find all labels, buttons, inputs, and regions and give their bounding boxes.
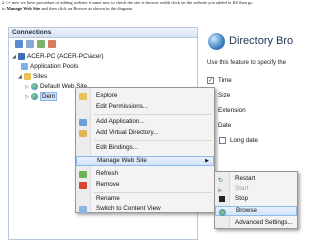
submenu-item-label: Advanced Settings...: [235, 219, 293, 226]
submenu-item-label: Browse: [236, 207, 257, 214]
remove-icon: [79, 181, 87, 189]
save-icon[interactable]: [26, 40, 34, 48]
menu-item-label: Edit Bindings...: [96, 144, 139, 151]
menu-item-label: Edit Permissions...: [96, 103, 149, 110]
menu-item-label: Add Virtual Directory...: [96, 129, 159, 136]
tree-label-server: ACER-PC (ACER-PC\acer): [27, 53, 104, 60]
checkbox-label: Size: [218, 92, 231, 99]
submenu-item-label: Start: [235, 185, 249, 192]
submenu-item-stop[interactable]: Stop: [215, 194, 297, 204]
pane-title: Directory Bro: [229, 35, 294, 47]
checkbox-label: Date: [218, 122, 232, 129]
menu-separator: [94, 192, 212, 193]
menu-item-refresh[interactable]: Refresh: [76, 169, 214, 179]
submenu-item-label: Restart: [235, 175, 256, 182]
menu-item-label: Remove: [96, 181, 120, 188]
tree-label-sites: Sites: [33, 73, 47, 80]
submenu-arrow-icon: ▶: [205, 158, 209, 164]
caption-suffix: and then click on Browse as shown in the…: [41, 5, 133, 11]
menu-item-add-application[interactable]: Add Application...: [76, 117, 214, 127]
refresh-icon[interactable]: [37, 40, 45, 48]
restart-icon: ↻: [218, 177, 224, 184]
menu-item-label: Refresh: [96, 170, 119, 177]
connections-toolbar: [9, 38, 197, 50]
connect-icon[interactable]: [15, 40, 23, 48]
directory-browsing-icon: [208, 33, 225, 50]
stop-icon: [219, 196, 225, 202]
menu-item-edit-bindings[interactable]: Edit Bindings...: [76, 143, 214, 153]
computer-icon: [18, 53, 25, 60]
menu-item-label: Rename: [96, 195, 120, 202]
menu-item-add-virtual-directory[interactable]: Add Virtual Directory...: [76, 128, 214, 138]
globe-icon: [31, 93, 38, 100]
add-virtual-directory-icon: [79, 129, 87, 137]
menu-item-label: Manage Web Site: [97, 157, 147, 164]
caption-prefix: to: [2, 5, 6, 11]
submenu-item-start[interactable]: ▶ Start: [215, 184, 297, 194]
caption-bold: Manage Web Site: [6, 5, 41, 11]
tree-item-demo-site[interactable]: ▷ Dem: [25, 92, 58, 101]
menu-item-explore[interactable]: Explore: [76, 91, 214, 101]
menu-item-remove[interactable]: Remove: [76, 180, 214, 190]
menu-item-rename[interactable]: Rename: [76, 194, 214, 204]
delete-icon[interactable]: [48, 40, 56, 48]
tree-item-server[interactable]: ◢ ACER-PC (ACER-PC\acer): [12, 52, 104, 61]
app-pool-icon: [21, 63, 28, 70]
start-icon: ▶: [218, 187, 223, 194]
submenu-item-restart[interactable]: ↻ Restart: [215, 174, 297, 184]
checkbox-time[interactable]: ✓ Time: [207, 76, 232, 85]
menu-item-edit-permissions[interactable]: Edit Permissions...: [76, 102, 214, 112]
checkbox-box[interactable]: ✓: [207, 77, 214, 84]
checkbox-box[interactable]: [219, 137, 226, 144]
add-application-icon: [79, 118, 87, 126]
submenu-item-browse[interactable]: Browse: [215, 206, 297, 216]
menu-item-label: Add Application...: [96, 118, 145, 125]
menu-separator: [94, 140, 212, 141]
checkbox-long-date[interactable]: Long date: [219, 136, 258, 145]
connections-header: Connections: [9, 28, 197, 38]
context-menu: Explore Edit Permissions... Add Applicat…: [75, 87, 215, 213]
explore-icon: [79, 92, 87, 100]
caption-line-2: to Manage Web Site and then click on Bro…: [2, 6, 318, 12]
content-view-icon: [79, 205, 87, 213]
checkbox-label: Long date: [230, 137, 259, 144]
submenu-item-label: Stop: [235, 195, 248, 202]
tree-item-sites[interactable]: ◢ Sites: [18, 72, 47, 81]
checkbox-label: Extension: [218, 107, 246, 114]
menu-item-switch-content-view[interactable]: Switch to Content View: [76, 204, 214, 214]
tree-item-app-pools[interactable]: Application Pools: [21, 62, 78, 71]
refresh-icon: [79, 170, 87, 178]
browse-icon: [219, 208, 226, 216]
iis-manager-window: Connections ◢ ACER-PC (ACER-PC\acer) App…: [2, 21, 320, 240]
manage-web-site-submenu: ↻ Restart ▶ Start Stop Browse Advanced S…: [214, 171, 298, 229]
tree-label-app-pools: Application Pools: [30, 63, 79, 70]
folder-icon: [24, 73, 31, 80]
menu-item-label: Explore: [96, 92, 118, 99]
checkbox-label: Time: [218, 77, 232, 84]
globe-icon: [31, 83, 38, 90]
submenu-item-advanced-settings[interactable]: Advanced Settings...: [215, 218, 297, 228]
instruction-caption: 2.<= now we have procedure of adding web…: [2, 0, 318, 11]
tree-label-demo-site: Dem: [40, 92, 58, 101]
menu-item-label: Switch to Content View: [96, 205, 161, 212]
menu-item-manage-web-site[interactable]: Manage Web Site ▶: [76, 156, 214, 166]
pane-description: Use this feature to specify the: [207, 60, 287, 66]
menu-separator: [94, 114, 212, 115]
